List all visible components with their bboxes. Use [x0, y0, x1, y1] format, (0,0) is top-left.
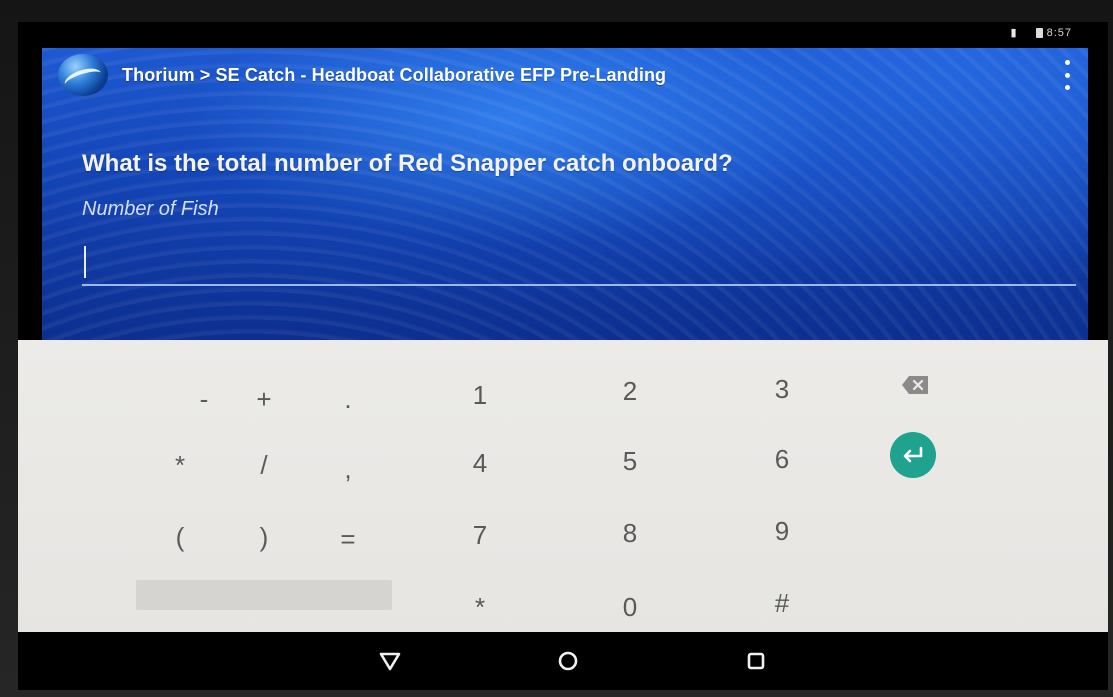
breadcrumb-title: Thorium > SE Catch - Headboat Collaborat…: [122, 65, 667, 85]
status-time: 8:57: [1046, 26, 1072, 39]
form-panel: Thorium > SE Catch - Headboat Collaborat…: [42, 48, 1088, 340]
number-of-fish-input[interactable]: [82, 240, 1076, 286]
key-4[interactable]: 4: [440, 436, 520, 490]
key-period[interactable]: .: [308, 372, 388, 426]
key-asterisk[interactable]: *: [140, 438, 220, 492]
key-8[interactable]: 8: [590, 506, 670, 560]
key-comma[interactable]: ,: [308, 442, 388, 496]
square-icon[interactable]: [736, 644, 776, 678]
key-6[interactable]: 6: [742, 432, 822, 486]
backspace-glyph: [902, 376, 928, 394]
menu-dot: [1064, 60, 1070, 65]
back-glyph: [379, 652, 401, 671]
question-text: What is the total number of Red Snapper …: [82, 150, 733, 177]
key-plus[interactable]: +: [224, 372, 304, 426]
tablet-screen: ▮ 8:57 Thorium > SE Catch - Headboat Col…: [18, 22, 1108, 690]
key-3[interactable]: 3: [742, 362, 822, 416]
key-star[interactable]: *: [440, 580, 520, 634]
key-2[interactable]: 2: [590, 364, 670, 418]
signal-icon: ▮: [1010, 27, 1018, 39]
key-5[interactable]: 5: [590, 434, 670, 488]
key-0[interactable]: 0: [590, 580, 670, 634]
triangle-down-icon[interactable]: [370, 644, 410, 678]
enter-arrow-icon[interactable]: [890, 432, 936, 478]
enter-glyph: [903, 446, 923, 463]
app-logo: [58, 54, 108, 96]
status-right: ▮ 8:57: [1010, 26, 1072, 40]
menu-dot: [1064, 72, 1070, 78]
key-9[interactable]: 9: [742, 504, 822, 558]
circle-icon[interactable]: [548, 644, 588, 678]
key-close-paren[interactable]: ): [224, 510, 304, 564]
key-1[interactable]: 1: [440, 368, 520, 422]
status-bar: ▮ 8:57: [18, 22, 1108, 46]
battery-time: 8:57: [1035, 26, 1072, 39]
key-equals[interactable]: =: [308, 512, 388, 566]
space-key[interactable]: [136, 580, 392, 610]
answer-field-label: Number of Fish: [82, 198, 219, 220]
menu-dot: [1064, 85, 1070, 90]
key-hash[interactable]: #: [742, 576, 822, 630]
numeric-keyboard: - + . * / , ( ) = 1 2 3 4 5 6 7 8 9 * 0 …: [18, 340, 1108, 632]
recents-glyph: [747, 652, 765, 670]
key-7[interactable]: 7: [440, 508, 520, 562]
app-toolbar: Thorium > SE Catch - Headboat Collaborat…: [42, 48, 1088, 102]
backspace-icon[interactable]: [888, 358, 942, 412]
battery-icon: [1035, 27, 1043, 38]
home-glyph: [558, 651, 578, 671]
android-nav-bar: [18, 632, 1108, 690]
overflow-menu-icon[interactable]: [1058, 60, 1076, 90]
text-cursor: [84, 246, 86, 278]
key-open-paren[interactable]: (: [140, 510, 220, 564]
key-slash[interactable]: /: [224, 438, 304, 492]
